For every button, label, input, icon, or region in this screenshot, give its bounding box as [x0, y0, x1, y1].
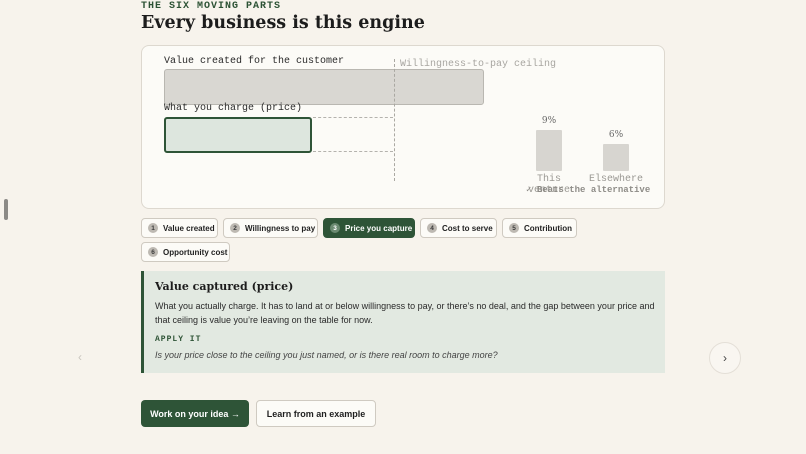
step-label: Price you capture [345, 223, 413, 233]
chevron-left-icon: ‹ [78, 350, 82, 364]
step-number: 4 [427, 223, 437, 233]
price-bar [164, 117, 312, 153]
step-label: Cost to serve [442, 223, 493, 233]
tab-willingness-to-pay[interactable]: 2 Willingness to pay [223, 218, 318, 238]
price-label: What you charge (price) [164, 103, 303, 114]
apply-it-question: Is your price close to the ceiling you j… [155, 350, 498, 360]
value-created-bar [164, 69, 484, 105]
chevron-right-icon: › [723, 351, 727, 365]
step-number: 1 [148, 223, 158, 233]
step-label: Contribution [524, 223, 572, 233]
work-on-your-idea-button[interactable]: Work on your idea → [141, 400, 249, 427]
tab-value-created[interactable]: 1 Value created [141, 218, 218, 238]
apply-it-label: APPLY IT [155, 335, 202, 344]
elsewhere-bar [603, 144, 629, 171]
venture-bar [536, 130, 562, 171]
elsewhere-pct: 6% [608, 130, 624, 140]
step-detail-panel: Value captured (price) What you actually… [141, 271, 665, 373]
tab-price-you-capture[interactable]: 3 Price you capture [323, 218, 415, 238]
panel-body: What you actually charge. It has to land… [155, 301, 655, 325]
step-number: 5 [509, 223, 519, 233]
learn-from-example-button[interactable]: Learn from an example [256, 400, 376, 427]
step-label: Value created [163, 223, 215, 233]
value-created-label: Value created for the customer [164, 56, 345, 67]
previous-step-button[interactable]: ‹ [70, 347, 90, 367]
panel-title: Value captured (price) [155, 280, 294, 293]
venture-pct: 9% [541, 116, 557, 126]
ceiling-label: Willingness-to-pay ceiling [400, 59, 557, 70]
tab-cost-to-serve[interactable]: 4 Cost to serve [420, 218, 497, 238]
price-guide-bottom [313, 151, 393, 152]
step-number: 6 [148, 247, 158, 257]
section-eyebrow: THE SIX MOVING PARTS [141, 1, 282, 12]
engine-diagram: Value created for the customer Willingne… [141, 45, 665, 209]
next-step-button[interactable]: › [709, 342, 741, 374]
step-label: Willingness to pay [245, 223, 316, 233]
step-label: Opportunity cost [163, 247, 228, 257]
beats-alternative-note: ✓ Beats the alternative [526, 185, 651, 195]
price-guide-top [313, 117, 393, 118]
tab-contribution[interactable]: 5 Contribution [502, 218, 577, 238]
step-number: 3 [330, 223, 340, 233]
ceiling-line [394, 59, 395, 181]
tab-opportunity-cost[interactable]: 6 Opportunity cost [141, 242, 230, 262]
step-number: 2 [230, 223, 240, 233]
page-title: Every business is this engine [141, 13, 425, 33]
scrollbar-handle[interactable] [4, 199, 8, 220]
elsewhere-label: Elsewhere [588, 174, 643, 185]
